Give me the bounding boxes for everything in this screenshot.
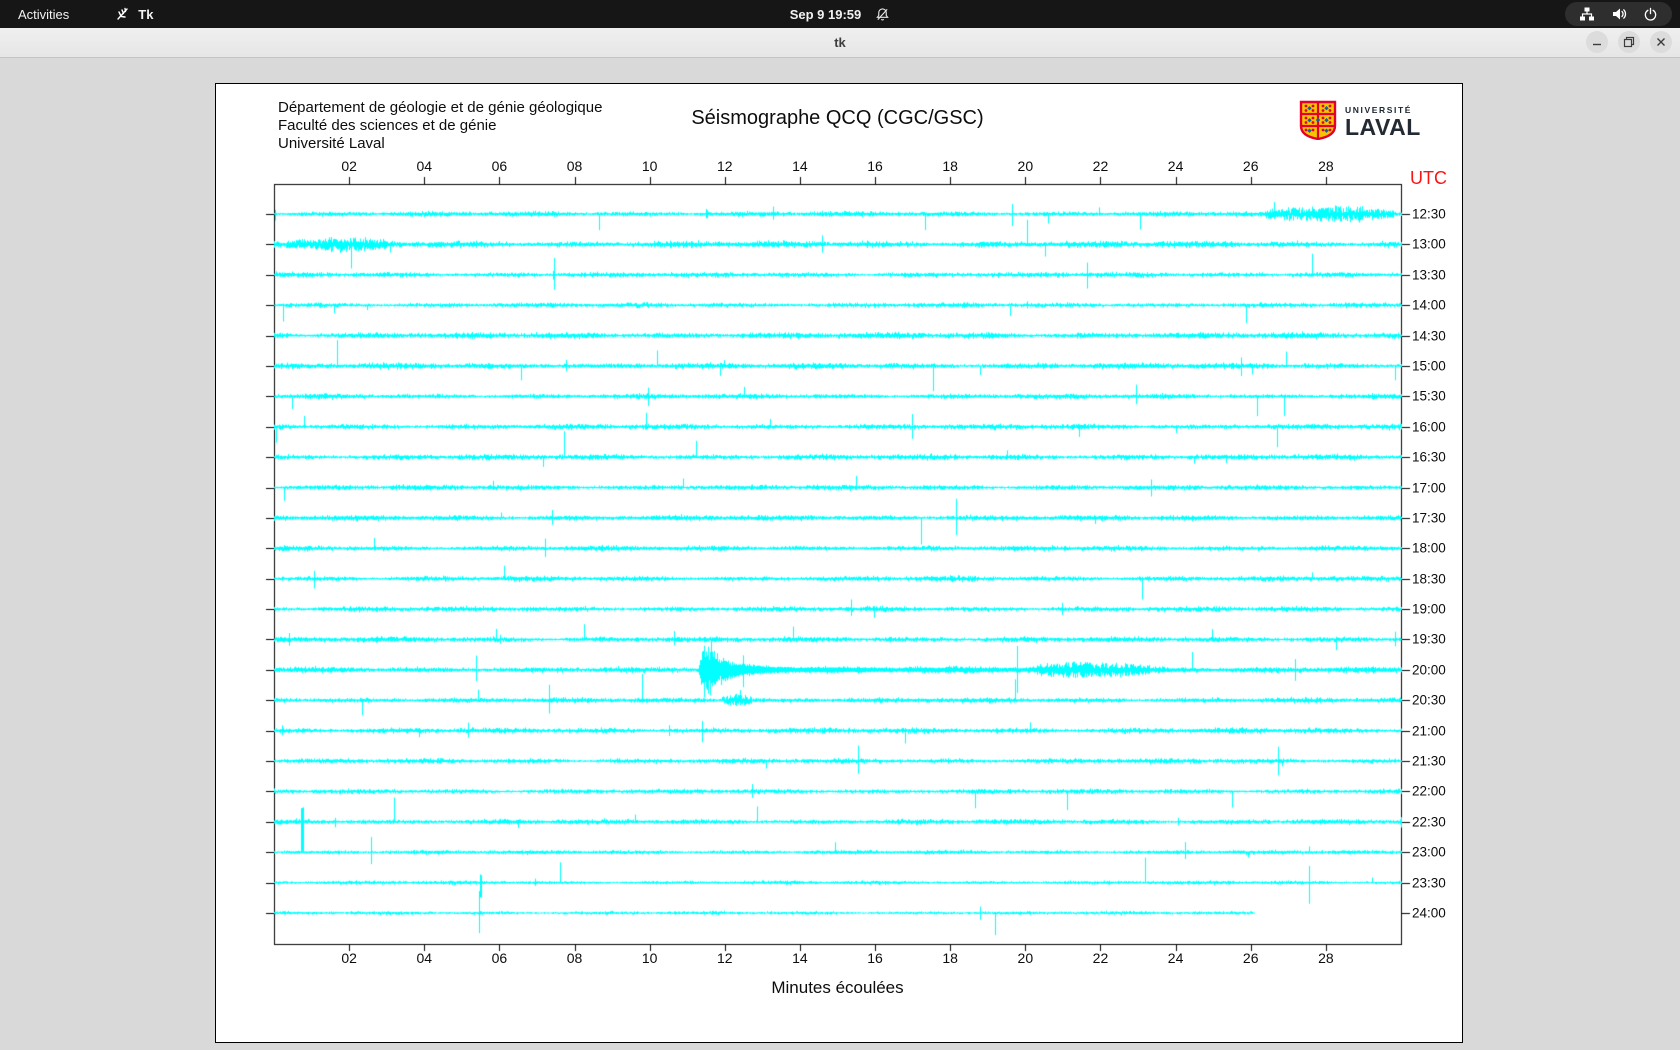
utc-row-label: 23:30 <box>1412 875 1446 891</box>
logo-laval-text: LAVAL <box>1345 114 1421 141</box>
volume-icon <box>1611 6 1627 22</box>
utc-row-label: 24:00 <box>1412 905 1446 921</box>
x-tick-label: 14 <box>792 158 808 174</box>
utc-row-label: 16:30 <box>1412 449 1446 465</box>
x-tick-label: 06 <box>491 950 508 966</box>
window-title: tk <box>834 35 846 50</box>
x-tick-label: 02 <box>341 950 357 966</box>
utc-row-label: 16:00 <box>1412 419 1446 435</box>
utc-row-label: 14:00 <box>1412 297 1446 313</box>
utc-row-label: 12:30 <box>1412 206 1446 222</box>
utc-row-label: 21:00 <box>1412 723 1446 739</box>
x-tick-label: 16 <box>867 158 883 174</box>
minimize-button[interactable] <box>1586 31 1608 53</box>
maximize-button[interactable] <box>1618 31 1640 53</box>
x-tick-label: 20 <box>1017 950 1034 966</box>
utc-row-label: 18:00 <box>1412 540 1446 556</box>
window-titlebar[interactable]: tk <box>0 28 1680 58</box>
x-tick-label: 12 <box>717 158 733 174</box>
x-tick-label: 28 <box>1318 950 1334 966</box>
x-tick-label: 02 <box>341 158 357 174</box>
universite-laval-logo: UNIVERSITÉ LAVAL <box>1298 100 1421 145</box>
laval-crest-icon <box>1298 100 1338 145</box>
seismograph-canvas-frame: Département de géologie et de génie géol… <box>215 83 1463 1043</box>
utc-row-label: 22:00 <box>1412 783 1446 799</box>
utc-row-label: 17:30 <box>1412 510 1446 526</box>
x-tick-label: 08 <box>566 950 583 966</box>
x-tick-label: 06 <box>491 158 508 174</box>
logo-universite-text: UNIVERSITÉ <box>1345 104 1413 115</box>
x-tick-label: 16 <box>867 950 883 966</box>
utc-row-label: 14:30 <box>1412 328 1446 344</box>
x-tick-label: 10 <box>641 950 658 966</box>
utc-row-label: 17:00 <box>1412 480 1446 496</box>
x-tick-label: 26 <box>1242 950 1259 966</box>
network-wired-icon <box>1579 6 1595 22</box>
utc-row-label: 20:30 <box>1412 692 1446 708</box>
helicorder-plot <box>216 84 1462 1042</box>
app-indicator[interactable]: Tk <box>115 6 153 22</box>
utc-row-label: 22:30 <box>1412 814 1446 830</box>
power-icon <box>1643 7 1658 22</box>
x-tick-label: 14 <box>792 950 808 966</box>
utc-row-label: 13:00 <box>1412 236 1446 252</box>
activities-button[interactable]: Activities <box>0 0 87 28</box>
x-tick-label: 04 <box>416 950 433 966</box>
utc-row-label: 21:30 <box>1412 753 1446 769</box>
gnome-top-bar: Activities Tk Sep 9 19:59 <box>0 0 1680 28</box>
utc-row-label: 15:00 <box>1412 358 1446 374</box>
utc-row-label: 19:30 <box>1412 631 1446 647</box>
x-tick-label: 22 <box>1092 950 1109 966</box>
tk-feather-icon <box>115 6 131 22</box>
close-button[interactable] <box>1650 31 1672 53</box>
x-tick-label: 26 <box>1242 158 1259 174</box>
system-status-area[interactable] <box>1565 2 1672 26</box>
utc-row-label: 19:00 <box>1412 601 1446 617</box>
institution-line: Université Laval <box>278 135 385 152</box>
x-tick-label: 22 <box>1092 158 1109 174</box>
x-tick-label: 08 <box>566 158 583 174</box>
x-tick-label: 20 <box>1017 158 1034 174</box>
x-tick-label: 12 <box>717 950 733 966</box>
app-indicator-label: Tk <box>138 6 154 22</box>
x-axis-label: Minutes écoulées <box>771 978 904 997</box>
utc-row-label: 13:30 <box>1412 267 1446 283</box>
utc-row-label: 20:00 <box>1412 662 1446 678</box>
x-tick-label: 04 <box>416 158 433 174</box>
tk-window-body: Département de géologie et de génie géol… <box>0 58 1680 1050</box>
x-tick-label: 28 <box>1318 158 1334 174</box>
utc-row-label: 23:00 <box>1412 844 1446 860</box>
x-tick-label: 24 <box>1167 158 1184 174</box>
plot-title: Séismographe QCQ (CGC/GSC) <box>691 107 984 129</box>
notifications-disabled-icon <box>875 7 890 22</box>
utc-row-label: 15:30 <box>1412 388 1446 404</box>
x-tick-label: 10 <box>641 158 658 174</box>
utc-label: UTC <box>1410 168 1447 188</box>
x-tick-label: 18 <box>942 158 958 174</box>
x-tick-label: 24 <box>1167 950 1184 966</box>
x-tick-label: 18 <box>942 950 958 966</box>
utc-row-label: 18:30 <box>1412 571 1446 587</box>
clock[interactable]: Sep 9 19:59 <box>790 7 862 22</box>
